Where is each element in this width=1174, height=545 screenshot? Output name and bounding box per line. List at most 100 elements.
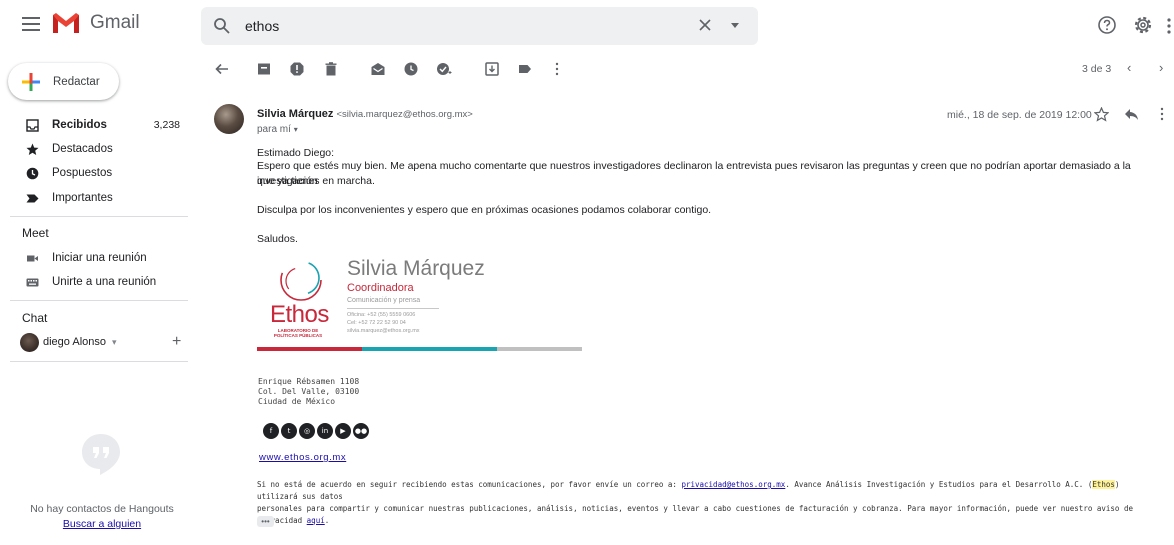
sidebar-divider xyxy=(10,300,188,301)
main-menu-icon[interactable] xyxy=(22,17,40,31)
important-icon xyxy=(26,194,39,203)
instagram-icon[interactable]: ◎ xyxy=(299,423,315,439)
search-input[interactable] xyxy=(245,16,685,36)
keyboard-icon xyxy=(26,278,39,287)
add-chat-icon[interactable]: + xyxy=(172,334,181,350)
body-paragraph-2: Disculpa por los inconvenientes y espero… xyxy=(257,204,712,216)
video-camera-icon xyxy=(27,255,38,262)
mark-unread-icon[interactable] xyxy=(370,61,386,77)
compose-label: Redactar xyxy=(53,75,100,88)
delete-icon[interactable] xyxy=(323,61,339,77)
star-icon[interactable] xyxy=(1094,107,1109,122)
search-bar[interactable] xyxy=(201,7,758,45)
sidebar-item-label: Pospuestos xyxy=(52,167,113,179)
settings-gear-icon[interactable] xyxy=(1132,14,1154,36)
website-link[interactable]: www.ethos.org.mx xyxy=(259,452,346,463)
search-options-icon[interactable] xyxy=(731,23,739,28)
twitter-icon[interactable]: t xyxy=(281,423,297,439)
pager-count: 3 de 3 xyxy=(1082,63,1112,75)
chat-user-name: diego Alonso xyxy=(43,336,106,348)
sidebar-item-join-meeting[interactable]: Unirte a una reunión xyxy=(0,270,188,294)
sidebar-item-start-meeting[interactable]: Iniciar una reunión xyxy=(0,246,188,270)
disclaimer-text: Si no está de acuerdo en seguir recibien… xyxy=(257,480,682,489)
label-icon[interactable] xyxy=(517,61,533,77)
chat-user-status[interactable]: diego Alonso ▾ xyxy=(20,332,188,352)
signature-email: silvia.marquez@ethos.org.mx xyxy=(347,328,420,334)
sidebar-item-snoozed[interactable]: Pospuestos xyxy=(0,161,188,185)
body-paragraph-1-line-1: Espero que estés muy bien. Me apena much… xyxy=(257,160,1131,187)
sidebar-item-label: Iniciar una reunión xyxy=(52,252,147,264)
signature-name: Silvia Márquez xyxy=(347,257,485,280)
address-line: Enrique Rébsamen 1108 xyxy=(258,377,360,386)
sidebar-item-label: Recibidos xyxy=(52,119,107,131)
clock-icon xyxy=(26,167,39,180)
signature-bar-red xyxy=(257,347,362,351)
sender-name[interactable]: Silvia Márquez xyxy=(257,108,333,120)
help-icon[interactable] xyxy=(1097,15,1117,35)
linkedin-icon[interactable]: in xyxy=(317,423,333,439)
address-line: Col. Del Valle, 03100 xyxy=(258,387,360,396)
signature-phone-office: Oficina: +52 (55) 5559 0606 xyxy=(347,312,416,318)
compose-button[interactable]: Redactar xyxy=(8,63,119,100)
social-links: f t ◎ in ▶ ●● xyxy=(263,423,369,439)
privacy-disclaimer: Si no está de acuerdo en seguir recibien… xyxy=(257,479,1152,527)
report-spam-icon[interactable] xyxy=(289,61,305,77)
privacy-email-link[interactable]: privacidad@ethos.org.mx xyxy=(681,480,785,489)
chevron-left-icon[interactable]: ‹ xyxy=(1127,60,1131,75)
show-trimmed-content-button[interactable]: ••• xyxy=(257,516,274,527)
privacy-notice-link[interactable]: aquí xyxy=(307,516,325,525)
more-options-icon[interactable] xyxy=(549,61,565,77)
sidebar-divider xyxy=(10,216,188,217)
add-to-tasks-icon[interactable] xyxy=(436,61,452,77)
inbox-icon xyxy=(26,119,39,132)
sidebar-item-important[interactable]: Importantes xyxy=(0,186,188,210)
archive-icon[interactable] xyxy=(256,61,272,77)
move-to-icon[interactable] xyxy=(484,61,500,77)
compose-plus-icon xyxy=(22,72,40,91)
flickr-icon[interactable]: ●● xyxy=(353,423,369,439)
snooze-clock-icon[interactable] xyxy=(403,61,419,77)
message-more-icon[interactable] xyxy=(1160,107,1164,121)
disclaimer-text: personales para compartir y comunicar nu… xyxy=(257,504,1133,525)
sender-email: <silvia.marquez@ethos.org.mx> xyxy=(336,109,473,120)
sidebar-item-label: Unirte a una reunión xyxy=(52,276,157,288)
highlighted-search-term: Ethos xyxy=(1092,480,1115,489)
sidebar-item-inbox[interactable]: Recibidos 3,238 xyxy=(0,113,188,137)
clear-search-icon[interactable] xyxy=(697,17,713,33)
signature-department: Comunicación y prensa xyxy=(347,297,421,304)
facebook-icon[interactable]: f xyxy=(263,423,279,439)
hangouts-empty-text: No hay contactos de Hangouts xyxy=(30,503,174,515)
avatar[interactable] xyxy=(214,104,244,134)
reply-icon[interactable] xyxy=(1124,108,1139,121)
message-date: mié., 18 de sep. de 2019 12:00 xyxy=(947,109,1092,121)
ethos-subtitle: LABORATORIO DE POLÍTICAS PÚBLICAS xyxy=(273,328,323,338)
recipient-label: para mí xyxy=(257,124,291,135)
signature-contact: Oficina: +52 (55) 5559 0606 Cel: +52 72 … xyxy=(347,311,420,335)
apps-grid-icon[interactable] xyxy=(1166,17,1174,35)
chevron-down-icon: ▾ xyxy=(112,336,117,347)
closing: Saludos. xyxy=(257,233,298,245)
sidebar-item-label: Importantes xyxy=(52,192,113,204)
address-line: Ciudad de México xyxy=(258,397,336,406)
search-icon[interactable] xyxy=(213,17,231,35)
disclaimer-text: . Avance Análisis Investigación y Estudi… xyxy=(785,480,1093,489)
back-arrow-icon[interactable] xyxy=(214,61,230,77)
youtube-icon[interactable]: ▶ xyxy=(335,423,351,439)
hangouts-bubble-icon xyxy=(82,434,120,475)
find-someone-link[interactable]: Buscar a alguien xyxy=(0,518,204,530)
signature-color-bar xyxy=(257,347,582,351)
postal-address: Enrique Rébsamen 1108 Col. Del Valle, 03… xyxy=(258,377,359,407)
sidebar-item-starred[interactable]: Destacados xyxy=(0,137,188,161)
ethos-wordmark: Ethos xyxy=(270,301,329,328)
chevron-right-icon[interactable]: › xyxy=(1159,60,1163,75)
sender-line: Silvia Márquez <silvia.marquez@ethos.org… xyxy=(257,108,473,120)
avatar xyxy=(20,332,39,352)
gmail-m-icon xyxy=(53,13,79,33)
sidebar-divider xyxy=(10,361,188,362)
recipient-details[interactable]: para mí ▾ xyxy=(257,124,298,135)
disclaimer-text: . xyxy=(324,516,330,525)
star-icon xyxy=(26,143,39,155)
body-paragraph-1-line-2: que ya tienes en marcha. xyxy=(257,175,375,187)
gmail-logo[interactable]: Gmail xyxy=(52,12,140,34)
signature-divider xyxy=(347,308,439,309)
